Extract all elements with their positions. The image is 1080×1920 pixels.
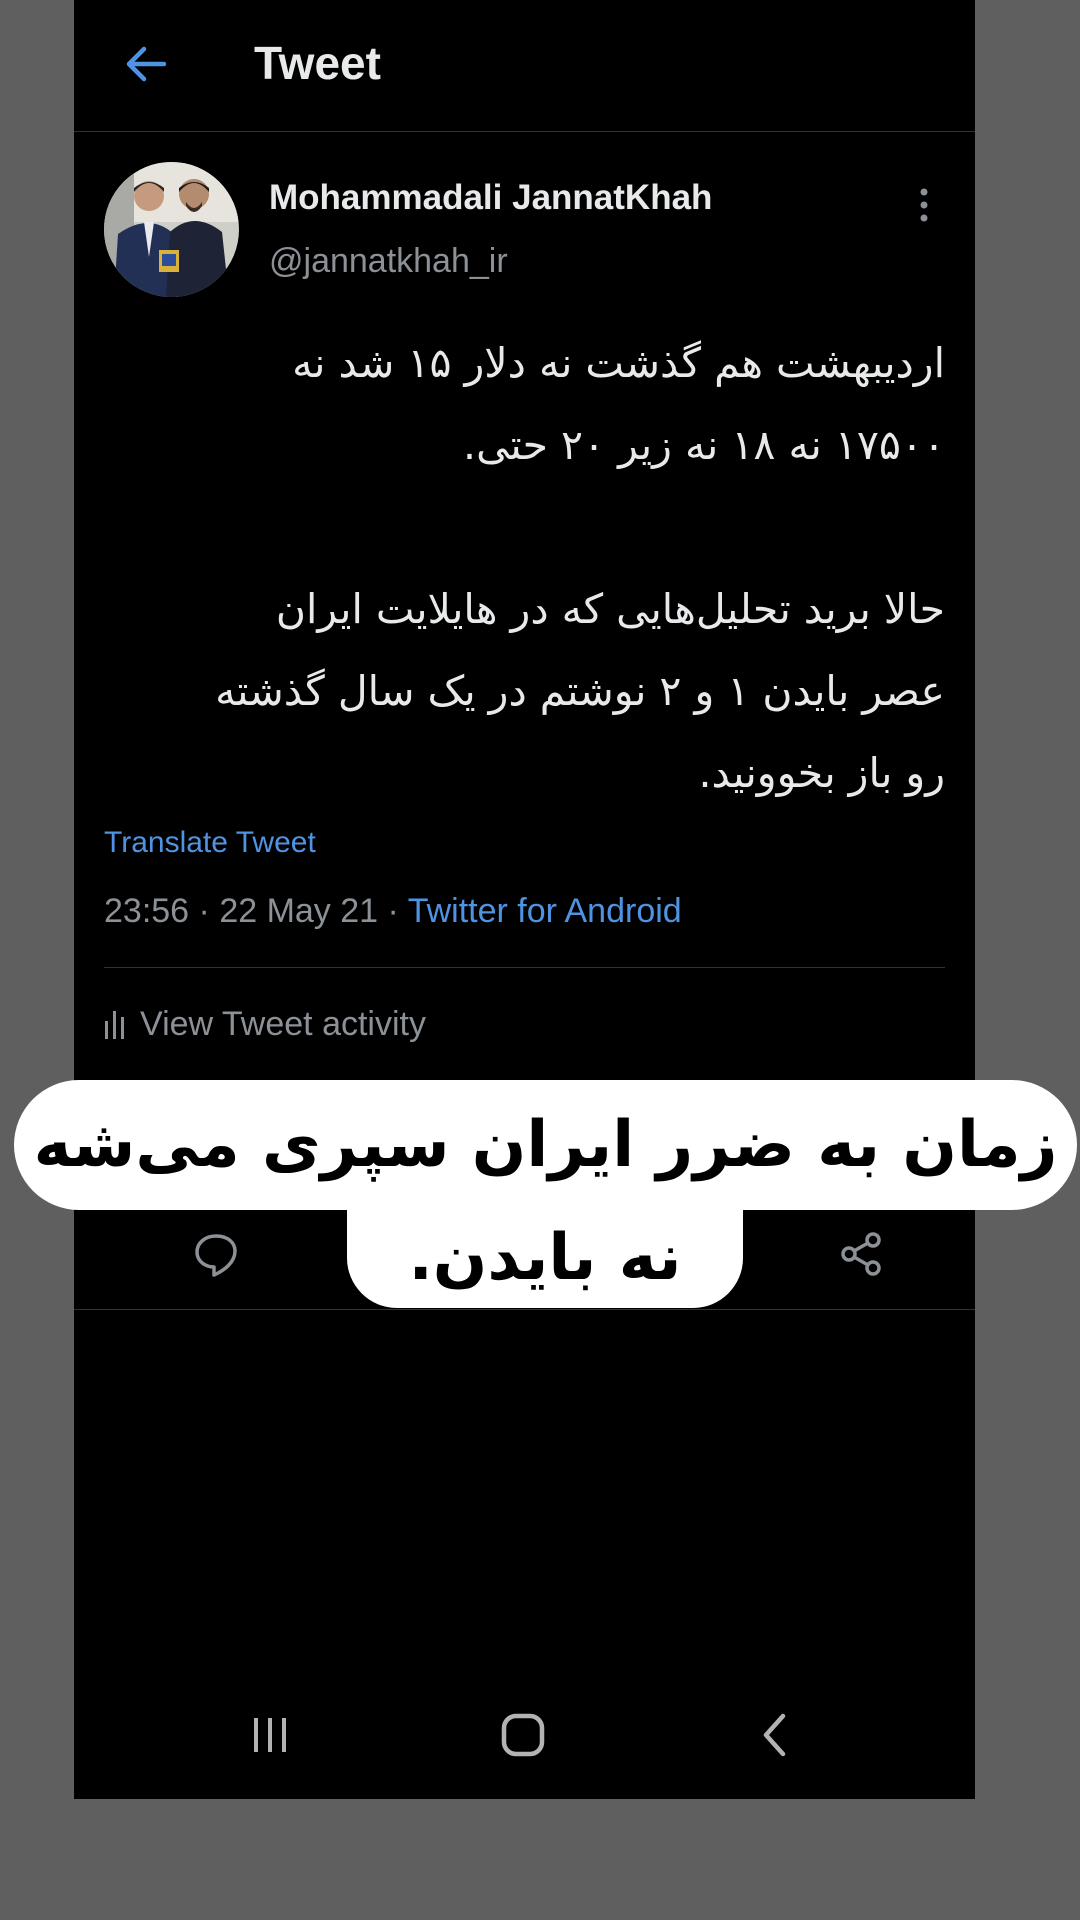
- caption-overlay-line-2: نه بایدن.: [347, 1208, 743, 1308]
- home-button[interactable]: [483, 1705, 563, 1765]
- arrow-left-icon: [126, 46, 167, 82]
- recent-apps-button[interactable]: [230, 1705, 310, 1765]
- reply-icon: [195, 1234, 237, 1277]
- activity-label: View Tweet activity: [140, 1004, 426, 1043]
- tweet-time: 23:56: [104, 892, 190, 930]
- author-name[interactable]: Mohammadali JannatKhah: [269, 178, 712, 218]
- back-button[interactable]: [120, 38, 172, 90]
- system-back-button[interactable]: [734, 1705, 814, 1765]
- caption-overlay-line-1: زمان به ضرر ایران سپری می‌شه: [14, 1080, 1077, 1210]
- home-icon: [501, 1713, 545, 1757]
- meta-separator: ·: [378, 892, 408, 930]
- reply-button[interactable]: [186, 1224, 246, 1284]
- more-options-button[interactable]: [909, 180, 939, 230]
- tweet-source-link[interactable]: Twitter for Android: [408, 892, 682, 930]
- top-app-bar: Tweet: [74, 0, 975, 132]
- phone-screen: Tweet Mohammadali JannatKhah @jannatkhah…: [74, 0, 975, 1799]
- page-title: Tweet: [254, 37, 381, 89]
- meta-separator: ·: [189, 892, 220, 930]
- translate-tweet-link[interactable]: Translate Tweet: [104, 826, 316, 860]
- view-tweet-activity-button[interactable]: View Tweet activity: [104, 1002, 426, 1046]
- recent-apps-icon: [254, 1718, 286, 1752]
- share-button[interactable]: [832, 1224, 892, 1284]
- tweet-date: 22 May 21: [219, 892, 379, 930]
- chevron-left-icon: [763, 1713, 786, 1757]
- avatar[interactable]: [104, 162, 239, 297]
- more-vertical-icon: [920, 188, 928, 222]
- tweet-metadata: 23:56 · 22 May 21 · Twitter for Android: [104, 892, 682, 931]
- share-icon: [841, 1232, 881, 1276]
- divider: [104, 967, 945, 968]
- author-handle[interactable]: @jannatkhah_ir: [269, 242, 508, 281]
- tweet-text: اردیبهشت هم گذشت نه دلار ۱۵ شد نه ۱۷۵۰۰ …: [215, 339, 945, 797]
- bar-chart-icon: [104, 1009, 126, 1039]
